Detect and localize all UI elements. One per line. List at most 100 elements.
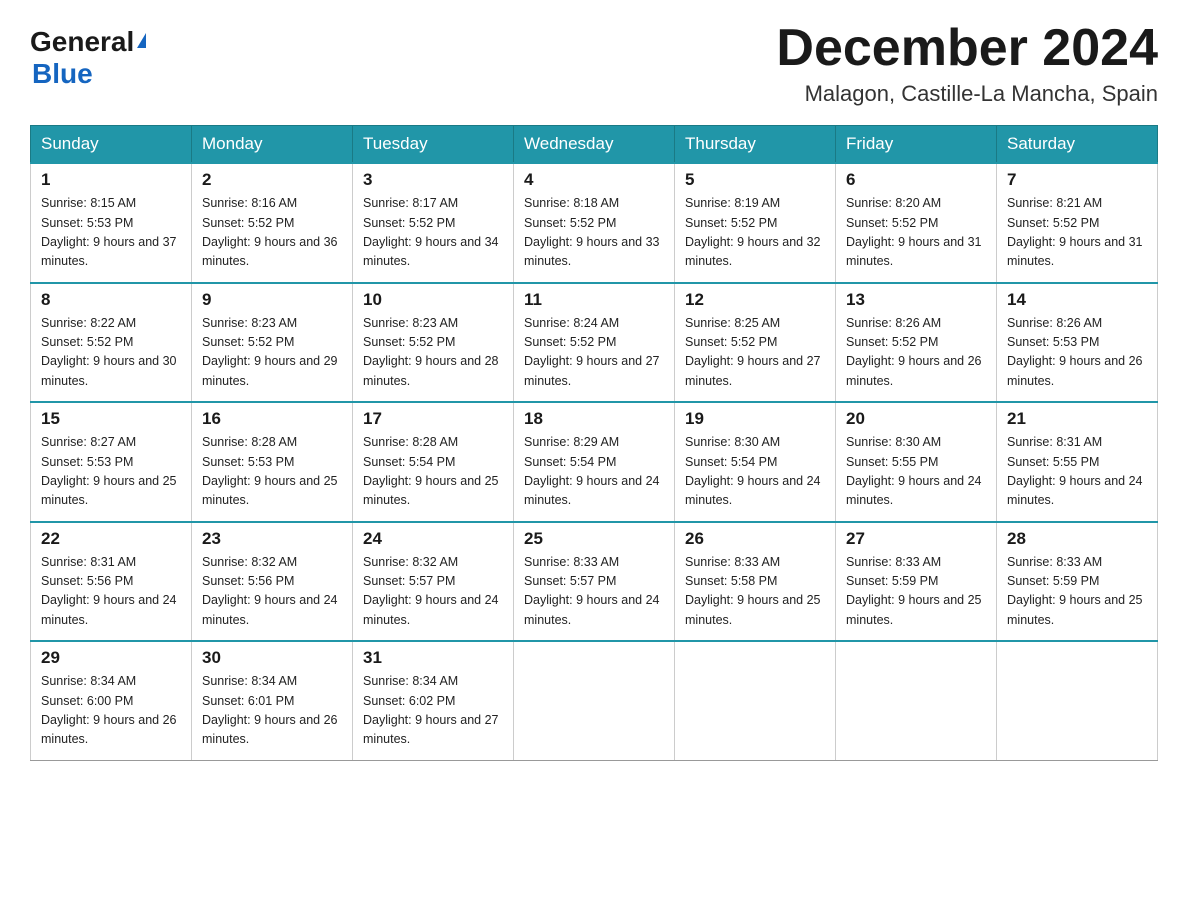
day-info: Sunrise: 8:32 AMSunset: 5:57 PMDaylight:… [363,555,499,627]
day-number: 16 [202,409,342,429]
title-section: December 2024 Malagon, Castille-La Manch… [776,20,1158,107]
day-info: Sunrise: 8:32 AMSunset: 5:56 PMDaylight:… [202,555,338,627]
calendar-week-2: 8 Sunrise: 8:22 AMSunset: 5:52 PMDaylight… [31,283,1158,403]
day-number: 11 [524,290,664,310]
header-monday: Monday [192,126,353,164]
day-number: 29 [41,648,181,668]
day-number: 24 [363,529,503,549]
calendar-cell: 29 Sunrise: 8:34 AMSunset: 6:00 PMDayligh… [31,641,192,760]
day-info: Sunrise: 8:15 AMSunset: 5:53 PMDaylight:… [41,196,177,268]
day-number: 27 [846,529,986,549]
calendar-cell: 8 Sunrise: 8:22 AMSunset: 5:52 PMDaylight… [31,283,192,403]
calendar-week-1: 1 Sunrise: 8:15 AMSunset: 5:53 PMDaylight… [31,163,1158,283]
day-info: Sunrise: 8:21 AMSunset: 5:52 PMDaylight:… [1007,196,1143,268]
header-wednesday: Wednesday [514,126,675,164]
day-info: Sunrise: 8:27 AMSunset: 5:53 PMDaylight:… [41,435,177,507]
calendar-cell [675,641,836,760]
day-number: 6 [846,170,986,190]
day-info: Sunrise: 8:23 AMSunset: 5:52 PMDaylight:… [363,316,499,388]
day-number: 15 [41,409,181,429]
calendar-week-4: 22Sunrise: 8:31 AMSunset: 5:56 PMDayligh… [31,522,1158,642]
day-info: Sunrise: 8:34 AMSunset: 6:02 PMDaylight:… [363,674,499,746]
day-info: Sunrise: 8:33 AMSunset: 5:57 PMDaylight:… [524,555,660,627]
calendar-cell: 11Sunrise: 8:24 AMSunset: 5:52 PMDayligh… [514,283,675,403]
calendar-week-3: 15 Sunrise: 8:27 AMSunset: 5:53 PMDayligh… [31,402,1158,522]
logo: General Blue [30,26,146,90]
calendar-week-5: 29 Sunrise: 8:34 AMSunset: 6:00 PMDayligh… [31,641,1158,760]
day-number: 14 [1007,290,1147,310]
calendar-cell [997,641,1158,760]
calendar-cell: 24 Sunrise: 8:32 AMSunset: 5:57 PMDayligh… [353,522,514,642]
day-number: 10 [363,290,503,310]
day-number: 8 [41,290,181,310]
day-number: 3 [363,170,503,190]
day-number: 21 [1007,409,1147,429]
logo-triangle-icon [137,33,146,48]
calendar-cell: 1 Sunrise: 8:15 AMSunset: 5:53 PMDaylight… [31,163,192,283]
day-number: 23 [202,529,342,549]
calendar-cell: 23 Sunrise: 8:32 AMSunset: 5:56 PMDayligh… [192,522,353,642]
calendar-cell: 16 Sunrise: 8:28 AMSunset: 5:53 PMDayligh… [192,402,353,522]
calendar-cell: 13 Sunrise: 8:26 AMSunset: 5:52 PMDayligh… [836,283,997,403]
calendar-cell: 12 Sunrise: 8:25 AMSunset: 5:52 PMDayligh… [675,283,836,403]
calendar-cell: 6 Sunrise: 8:20 AMSunset: 5:52 PMDaylight… [836,163,997,283]
day-info: Sunrise: 8:23 AMSunset: 5:52 PMDaylight:… [202,316,338,388]
page-title: December 2024 [776,20,1158,77]
day-info: Sunrise: 8:28 AMSunset: 5:53 PMDaylight:… [202,435,338,507]
calendar-cell: 20 Sunrise: 8:30 AMSunset: 5:55 PMDayligh… [836,402,997,522]
day-number: 13 [846,290,986,310]
calendar-cell: 31 Sunrise: 8:34 AMSunset: 6:02 PMDayligh… [353,641,514,760]
day-info: Sunrise: 8:33 AMSunset: 5:59 PMDaylight:… [846,555,982,627]
day-info: Sunrise: 8:17 AMSunset: 5:52 PMDaylight:… [363,196,499,268]
calendar-cell: 3 Sunrise: 8:17 AMSunset: 5:52 PMDaylight… [353,163,514,283]
day-number: 7 [1007,170,1147,190]
logo-general-text: General [30,26,134,58]
day-info: Sunrise: 8:29 AMSunset: 5:54 PMDaylight:… [524,435,660,507]
calendar-cell: 22Sunrise: 8:31 AMSunset: 5:56 PMDayligh… [31,522,192,642]
logo-blue-text: Blue [32,58,93,89]
day-info: Sunrise: 8:34 AMSunset: 6:00 PMDaylight:… [41,674,177,746]
calendar-cell: 28 Sunrise: 8:33 AMSunset: 5:59 PMDayligh… [997,522,1158,642]
day-info: Sunrise: 8:33 AMSunset: 5:59 PMDaylight:… [1007,555,1143,627]
day-info: Sunrise: 8:19 AMSunset: 5:52 PMDaylight:… [685,196,821,268]
day-info: Sunrise: 8:22 AMSunset: 5:52 PMDaylight:… [41,316,177,388]
calendar-cell [836,641,997,760]
day-info: Sunrise: 8:33 AMSunset: 5:58 PMDaylight:… [685,555,821,627]
day-number: 20 [846,409,986,429]
day-info: Sunrise: 8:18 AMSunset: 5:52 PMDaylight:… [524,196,660,268]
day-number: 1 [41,170,181,190]
calendar-cell: 5Sunrise: 8:19 AMSunset: 5:52 PMDaylight… [675,163,836,283]
header-sunday: Sunday [31,126,192,164]
calendar-table: SundayMondayTuesdayWednesdayThursdayFrid… [30,125,1158,761]
day-info: Sunrise: 8:25 AMSunset: 5:52 PMDaylight:… [685,316,821,388]
header-tuesday: Tuesday [353,126,514,164]
header-saturday: Saturday [997,126,1158,164]
day-number: 4 [524,170,664,190]
day-info: Sunrise: 8:20 AMSunset: 5:52 PMDaylight:… [846,196,982,268]
day-number: 17 [363,409,503,429]
calendar-cell: 30Sunrise: 8:34 AMSunset: 6:01 PMDayligh… [192,641,353,760]
calendar-cell: 25 Sunrise: 8:33 AMSunset: 5:57 PMDayligh… [514,522,675,642]
day-info: Sunrise: 8:26 AMSunset: 5:52 PMDaylight:… [846,316,982,388]
day-info: Sunrise: 8:28 AMSunset: 5:54 PMDaylight:… [363,435,499,507]
calendar-cell: 9 Sunrise: 8:23 AMSunset: 5:52 PMDaylight… [192,283,353,403]
day-info: Sunrise: 8:31 AMSunset: 5:55 PMDaylight:… [1007,435,1143,507]
day-number: 9 [202,290,342,310]
day-number: 28 [1007,529,1147,549]
calendar-cell: 21 Sunrise: 8:31 AMSunset: 5:55 PMDayligh… [997,402,1158,522]
day-info: Sunrise: 8:26 AMSunset: 5:53 PMDaylight:… [1007,316,1143,388]
day-number: 18 [524,409,664,429]
header-thursday: Thursday [675,126,836,164]
day-number: 2 [202,170,342,190]
calendar-header-row: SundayMondayTuesdayWednesdayThursdayFrid… [31,126,1158,164]
day-number: 25 [524,529,664,549]
day-number: 19 [685,409,825,429]
calendar-cell: 14 Sunrise: 8:26 AMSunset: 5:53 PMDayligh… [997,283,1158,403]
day-info: Sunrise: 8:30 AMSunset: 5:55 PMDaylight:… [846,435,982,507]
day-info: Sunrise: 8:34 AMSunset: 6:01 PMDaylight:… [202,674,338,746]
calendar-cell: 2Sunrise: 8:16 AMSunset: 5:52 PMDaylight… [192,163,353,283]
calendar-cell [514,641,675,760]
day-number: 12 [685,290,825,310]
day-number: 31 [363,648,503,668]
day-number: 26 [685,529,825,549]
